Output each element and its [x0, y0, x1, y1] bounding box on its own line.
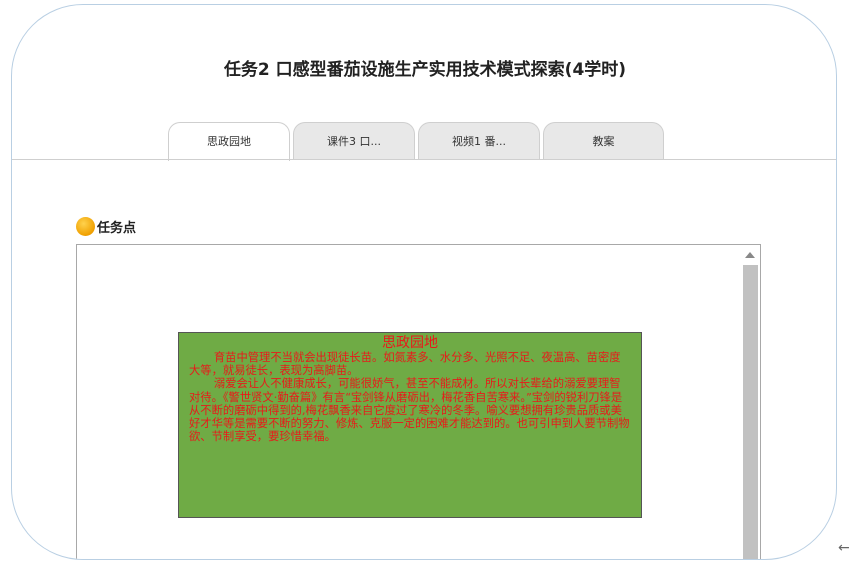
page-title: 任务2 口感型番茄设施生产实用技术模式探索(4学时)	[223, 60, 627, 80]
vertical-scrollbar[interactable]	[741, 245, 760, 559]
content-paragraph: 溺爱会让人不健康成长，可能很娇气，甚至不能成材。所以对长辈给的溺爱要理智对待。《…	[189, 377, 630, 444]
task-point-header: 任务点	[76, 217, 136, 236]
content-paragraph: 育苗中管理不当就会出现徒长苗。如氮素多、水分多、光照不足、夜温高、苗密度大等，就…	[189, 351, 621, 378]
task-point-label: 任务点	[97, 221, 137, 236]
tab-lesson-plan[interactable]: 教案	[543, 122, 664, 160]
tab-label: 视频1 番...	[452, 135, 506, 148]
scrollbar-thumb[interactable]	[743, 265, 758, 559]
course-panel: 任务2 口感型番茄设施生产实用技术模式探索(4学时) 思政园地 课件3 口...…	[11, 4, 837, 560]
document-viewer[interactable]: 思政园地 育苗中管理不当就会出现徒长苗。如氮素多、水分多、光照不足、夜温高、苗密…	[76, 244, 761, 559]
content-title: 思政园地	[382, 335, 438, 351]
tab-label: 思政园地	[207, 135, 251, 148]
content-box: 思政园地 育苗中管理不当就会出现徒长苗。如氮素多、水分多、光照不足、夜温高、苗密…	[178, 332, 642, 518]
tab-divider	[12, 159, 836, 160]
tab-video-1[interactable]: 视频1 番...	[418, 122, 540, 160]
tab-courseware-3[interactable]: 课件3 口...	[293, 122, 415, 160]
scroll-up-arrow-icon[interactable]	[745, 252, 755, 258]
orange-dot-icon	[76, 217, 95, 236]
tab-sizheng[interactable]: 思政园地	[168, 122, 290, 161]
tab-label: 课件3 口...	[327, 135, 381, 148]
tab-label: 教案	[592, 135, 615, 148]
back-arrow-icon[interactable]: ←	[838, 540, 850, 556]
